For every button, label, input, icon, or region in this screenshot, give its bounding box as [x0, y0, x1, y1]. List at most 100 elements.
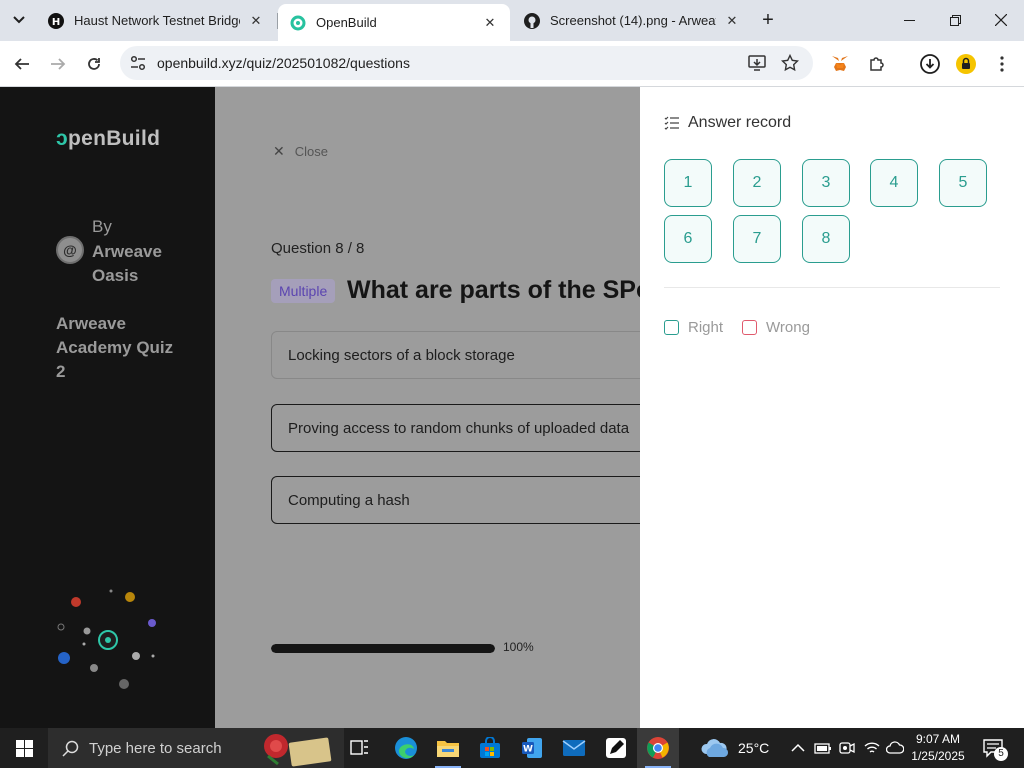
wifi-icon[interactable] [864, 728, 880, 768]
clock-time: 9:07 AM [915, 732, 961, 746]
quiz-title: Arweave Academy Quiz 2 [56, 314, 174, 381]
openbuild-icon [290, 15, 306, 31]
tab-openbuild[interactable]: OpenBuild ✕ [278, 4, 510, 41]
word-icon[interactable]: W [511, 728, 553, 768]
minimize-icon[interactable] [886, 0, 932, 40]
forward-arrow-icon[interactable] [44, 50, 72, 78]
tab-close-icon[interactable]: ✕ [248, 13, 264, 29]
weather-widget[interactable]: 25°C [700, 728, 769, 768]
quiz-progress-fill [271, 644, 495, 653]
close-label: Close [294, 144, 328, 159]
search-icon [62, 740, 79, 757]
answer-option[interactable]: Computing a hash [271, 476, 640, 524]
logo-text: penBuild [67, 127, 161, 150]
weather-temperature: 25°C [738, 740, 770, 756]
address-bar[interactable]: openbuild.xyz/quiz/202501082/questions [120, 46, 813, 80]
taskbar-search-box[interactable]: Type here to search [48, 728, 344, 768]
answer-number-button[interactable]: 2 [733, 159, 781, 207]
notification-count-badge: 5 [994, 747, 1008, 761]
battery-icon[interactable] [814, 728, 832, 768]
downloads-icon[interactable] [916, 50, 944, 78]
microsoft-store-icon[interactable] [469, 728, 511, 768]
tab-haust-bridge[interactable]: H Haust Network Testnet Bridge ✕ [36, 6, 276, 35]
tab-search-dropdown-icon[interactable] [6, 7, 32, 33]
tab-close-icon[interactable]: ✕ [482, 15, 498, 31]
new-tab-plus-icon[interactable]: + [756, 8, 780, 32]
notifications-icon[interactable]: 5 [982, 728, 1008, 768]
volume-cloud-icon[interactable] [886, 728, 904, 768]
answer-option[interactable]: Locking sectors of a block storage [271, 331, 640, 379]
tab-github-screenshot[interactable]: Screenshot (14).png - Arweave- ✕ [512, 6, 752, 35]
legend-right-label: Right [688, 319, 724, 336]
openbuild-logo[interactable]: ɔpenBuild [56, 127, 160, 151]
svg-text:H: H [52, 17, 60, 28]
quiz-progress-bar [271, 644, 495, 653]
quiz-progress-label: 100% [503, 640, 534, 654]
file-explorer-icon[interactable] [427, 728, 469, 768]
site-settings-icon[interactable] [129, 54, 147, 72]
answer-number-button[interactable]: 6 [664, 215, 712, 263]
question-type-badge: Multiple [271, 279, 336, 303]
right-swatch [664, 320, 679, 335]
author-avatar: @ [56, 236, 84, 264]
answer-number-button[interactable]: 7 [733, 215, 781, 263]
answer-number-button[interactable]: 3 [802, 159, 850, 207]
reload-icon[interactable] [80, 50, 108, 78]
legend-wrong-label: Wrong [766, 319, 810, 336]
browser-tab-strip: H Haust Network Testnet Bridge ✕ OpenBui… [0, 0, 1024, 41]
close-quiz-button[interactable]: ✕ Close [273, 143, 328, 160]
answer-number-button[interactable]: 5 [939, 159, 987, 207]
weather-cloud-icon [700, 736, 730, 760]
answer-record-drawer: Answer record 1 2 3 4 5 6 7 8 Right Wron… [640, 87, 1024, 728]
system-clock[interactable]: 9:07 AM 1/25/2025 [906, 731, 970, 765]
answer-number-button[interactable]: 4 [870, 159, 918, 207]
back-arrow-icon[interactable] [8, 50, 36, 78]
logo-mark: ɔ [56, 127, 68, 150]
tray-chevron-up-icon[interactable] [791, 728, 805, 768]
wrong-swatch [742, 320, 757, 335]
url-text: openbuild.xyz/quiz/202501082/questions [157, 55, 410, 71]
window-close-icon[interactable] [978, 0, 1024, 40]
browser-toolbar: openbuild.xyz/quiz/202501082/questions [0, 41, 1024, 87]
author-name[interactable]: Arweave Oasis [92, 240, 182, 288]
browser-menu-kebab-icon[interactable] [988, 50, 1016, 78]
drawer-divider [664, 287, 1000, 288]
bookmark-star-icon[interactable] [780, 53, 800, 73]
answer-number-button[interactable]: 1 [664, 159, 712, 207]
legend-wrong: Wrong [742, 319, 810, 336]
extensions-puzzle-icon[interactable] [863, 50, 891, 78]
svg-text:W: W [523, 745, 533, 755]
answer-record-title: Answer record [688, 114, 792, 131]
windows-start-icon[interactable] [0, 728, 48, 768]
page-content: ɔpenBuild @ By Arweave Oasis Arweave Aca… [0, 87, 1024, 728]
list-check-icon [664, 116, 679, 130]
answer-number-button[interactable]: 8 [802, 215, 850, 263]
windows-taskbar: Type here to search W 25°C 9:07 AM 1/25/… [0, 728, 1024, 768]
profile-avatar-icon[interactable] [952, 50, 980, 78]
chrome-icon[interactable] [637, 728, 679, 768]
tab-close-icon[interactable]: ✕ [724, 13, 740, 29]
by-label: By [92, 217, 112, 236]
legend-right: Right [664, 319, 723, 336]
close-icon: ✕ [273, 143, 285, 159]
quiz-main-overlay: ✕ Close Question 8 / 8 Multiple What are… [215, 87, 640, 728]
search-highlight-roses-icon [260, 730, 340, 768]
quiz-sidebar: ɔpenBuild @ By Arweave Oasis Arweave Aca… [0, 87, 215, 728]
github-icon [524, 12, 540, 29]
task-view-icon[interactable] [339, 728, 381, 768]
webcam-icon[interactable] [839, 728, 855, 768]
ecosystem-orbit-graphic [57, 589, 156, 689]
metamask-fox-icon[interactable] [826, 50, 854, 78]
mail-icon[interactable] [553, 728, 595, 768]
answer-record-header: Answer record [664, 114, 791, 132]
restore-icon[interactable] [932, 0, 978, 40]
tab-title: OpenBuild [316, 15, 377, 30]
tab-title: Haust Network Testnet Bridge [74, 13, 240, 28]
install-app-icon[interactable] [747, 53, 767, 73]
edge-browser-icon[interactable] [385, 728, 427, 768]
answer-option[interactable]: Proving access to random chunks of uploa… [271, 404, 640, 452]
clock-date: 1/25/2025 [911, 749, 965, 763]
question-text: What are parts of the SPoRA [347, 276, 640, 304]
search-placeholder: Type here to search [89, 739, 222, 757]
pen-app-icon[interactable] [595, 728, 637, 768]
